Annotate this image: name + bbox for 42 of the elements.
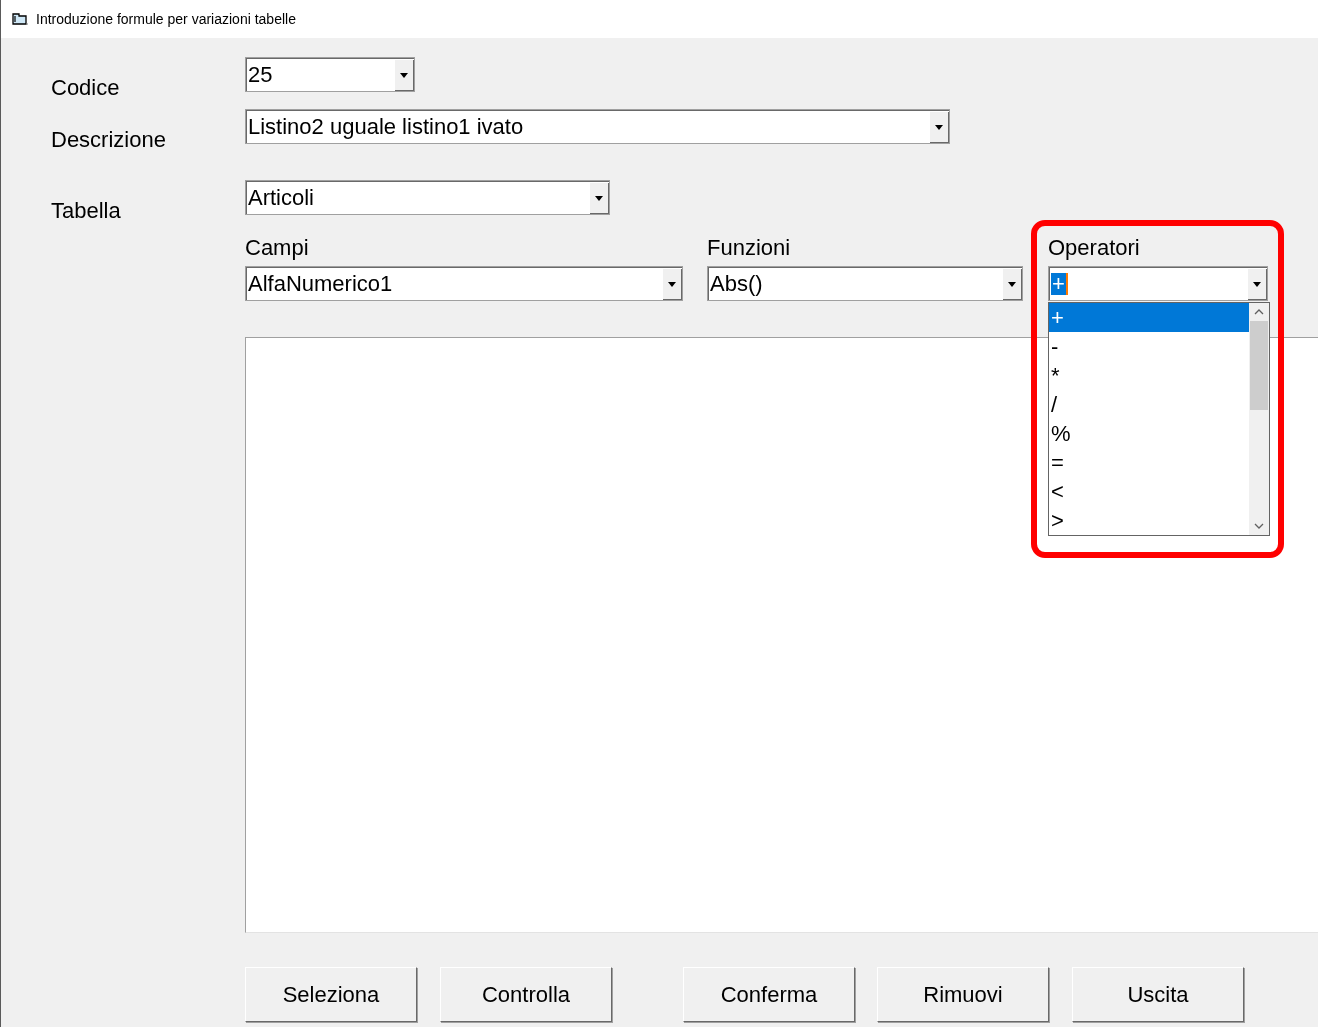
scroll-up-icon[interactable] xyxy=(1254,309,1264,315)
action-button[interactable]: Conferma xyxy=(683,967,855,1022)
dropdown-button[interactable] xyxy=(394,59,413,90)
picker-combo[interactable]: AlfaNumerico1 xyxy=(245,266,683,301)
field-label: Operatori xyxy=(1048,235,1141,262)
scroll-down-icon[interactable] xyxy=(1254,523,1264,529)
field-label: Codice xyxy=(51,76,121,100)
action-button[interactable]: Seleziona xyxy=(245,967,417,1022)
action-button[interactable]: Rimuovi xyxy=(877,967,1049,1022)
dropdown-button[interactable] xyxy=(589,182,608,213)
dropdown-arrow-icon xyxy=(668,281,676,287)
field-combo[interactable]: Articoli xyxy=(245,180,610,215)
field-label: Descrizione xyxy=(51,128,167,152)
picker-combo[interactable]: Abs() xyxy=(707,266,1023,301)
dropdown-button[interactable] xyxy=(1247,268,1266,299)
combo-value: Articoli xyxy=(248,186,314,209)
field-label: Campi xyxy=(245,235,310,262)
combo-value: Listino2 uguale listino1 ivato xyxy=(248,115,524,138)
dropdown-button[interactable] xyxy=(1002,268,1021,299)
combo-value: AlfaNumerico1 xyxy=(248,272,393,295)
combo-value: 25 xyxy=(248,63,273,86)
dropdown-arrow-icon xyxy=(1253,281,1261,287)
dropdown-arrow-icon xyxy=(595,195,603,201)
dropdown-option[interactable]: + xyxy=(1049,303,1249,332)
dropdown-arrow-icon xyxy=(1008,281,1016,287)
picker-combo[interactable]: + xyxy=(1048,266,1268,301)
window-icon xyxy=(12,12,28,26)
field-combo[interactable]: Listino2 uguale listino1 ivato xyxy=(245,109,950,144)
action-button[interactable]: Uscita xyxy=(1072,967,1244,1022)
dropdown-button[interactable] xyxy=(929,111,948,142)
action-button[interactable]: Controlla xyxy=(440,967,612,1022)
field-label: Tabella xyxy=(51,199,122,223)
window-title: Introduzione formule per variazioni tabelle xyxy=(36,9,296,29)
scroll-thumb[interactable] xyxy=(1250,321,1268,410)
dropdown-arrow-icon xyxy=(400,72,408,78)
scrollbar[interactable] xyxy=(1249,303,1269,535)
dropdown-button[interactable] xyxy=(662,268,681,299)
field-label: Funzioni xyxy=(707,235,792,262)
field-combo[interactable]: 25 xyxy=(245,57,415,92)
dropdown-arrow-icon xyxy=(935,124,943,130)
selected-value: + xyxy=(1051,272,1068,295)
combo-value: Abs() xyxy=(710,272,763,295)
